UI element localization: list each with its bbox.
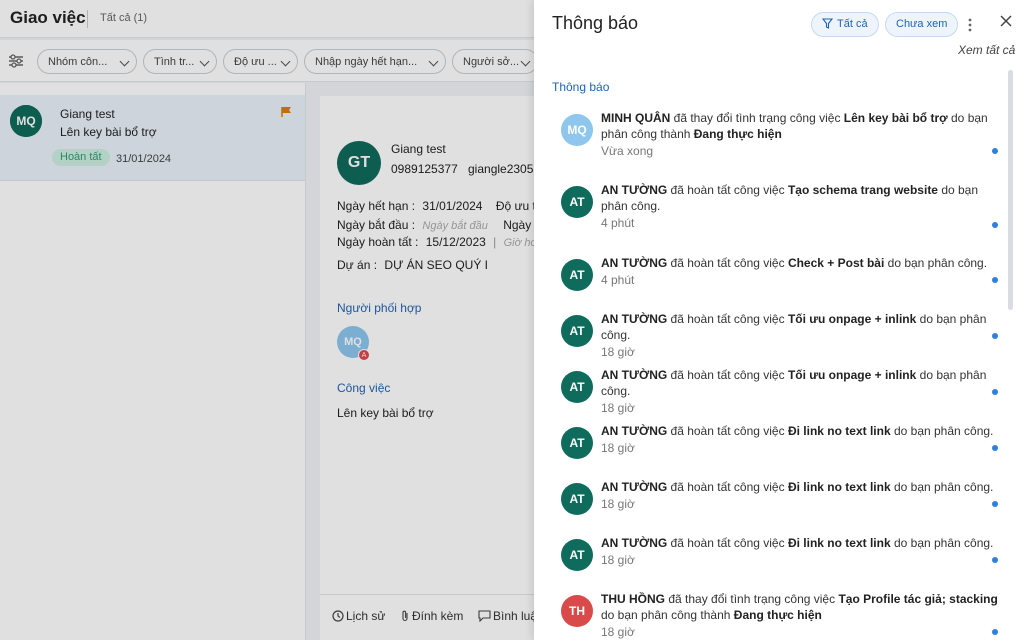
- notification-time: 4 phút: [601, 273, 635, 287]
- notification-actor: AN TƯỜNG: [601, 256, 668, 270]
- notification-suffix: do bạn phân công.: [884, 256, 988, 270]
- unread-dot: [992, 629, 998, 635]
- notification-suffix: do bạn phân công.: [890, 536, 994, 550]
- notification-action: đã hoàn tất công việc: [667, 424, 788, 438]
- notification-task: Đi link no text link: [787, 536, 891, 550]
- filter-unread-label: Chưa xem: [896, 18, 948, 30]
- notification-actor: AN TƯỜNG: [601, 312, 668, 326]
- notification-actor: AN TƯỜNG: [601, 368, 668, 382]
- notification-actor: THU HỒNG: [601, 592, 665, 606]
- notification-actor: AN TƯỜNG: [601, 536, 668, 550]
- notification-action: đã hoàn tất công việc: [667, 368, 788, 382]
- notification-text: AN TƯỜNG đã hoàn tất công việc Tạo schem…: [601, 182, 999, 231]
- notification-time: 18 giờ: [601, 553, 635, 567]
- notification-status: Đang thực hiện: [693, 127, 782, 141]
- notification-action: đã hoàn tất công việc: [667, 480, 788, 494]
- notification-text: AN TƯỜNG đã hoàn tất công việc Tối ưu on…: [601, 367, 999, 416]
- notification-text: THU HỒNG đã thay đổi tình trạng công việ…: [601, 591, 999, 640]
- unread-dot: [992, 389, 998, 395]
- section-label: Thông báo: [552, 80, 610, 94]
- notification-action: đã thay đổi tình trạng công việc: [665, 592, 839, 606]
- unread-dot: [992, 445, 998, 451]
- funnel-icon: [821, 18, 834, 29]
- notification-time: 18 giờ: [601, 441, 635, 455]
- avatar: MQ: [561, 114, 593, 146]
- notification-task: Tạo Profile tác giả; stacking: [838, 592, 998, 606]
- filter-all-label: Tất cả: [837, 18, 868, 30]
- notification-suffix: do bạn phân công.: [890, 424, 994, 438]
- notification-task: Đi link no text link: [787, 480, 891, 494]
- see-all-link[interactable]: Xem tất cả: [958, 43, 1015, 57]
- notification-time: 18 giờ: [601, 345, 635, 359]
- notification-action: đã hoàn tất công việc: [667, 312, 788, 326]
- unread-dot: [992, 333, 998, 339]
- notification-status: Đang thực hiện: [733, 608, 822, 622]
- notification-actor: AN TƯỜNG: [601, 424, 668, 438]
- avatar: AT: [561, 483, 593, 515]
- unread-dot: [992, 222, 998, 228]
- avatar: AT: [561, 186, 593, 218]
- notification-time: 4 phút: [601, 216, 635, 230]
- unread-dot: [992, 557, 998, 563]
- notification-action: đã hoàn tất công việc: [667, 256, 788, 270]
- avatar: AT: [561, 315, 593, 347]
- notification-suffix: do bạn phân công thành: [601, 608, 734, 622]
- notification-text: AN TƯỜNG đã hoàn tất công việc Tối ưu on…: [601, 311, 999, 360]
- avatar: TH: [561, 595, 593, 627]
- avatar: AT: [561, 539, 593, 571]
- notification-task: Tối ưu onpage + inlink: [787, 368, 917, 382]
- more-vertical-icon[interactable]: [964, 17, 976, 33]
- notification-time: Vừa xong: [601, 144, 654, 158]
- notification-actor: AN TƯỜNG: [601, 480, 668, 494]
- notification-actor: AN TƯỜNG: [601, 183, 668, 197]
- unread-dot: [992, 277, 998, 283]
- notification-action: đã hoàn tất công việc: [667, 183, 788, 197]
- notification-time: 18 giờ: [601, 625, 635, 639]
- notification-actor: MINH QUÂN: [601, 111, 671, 125]
- notification-action: đã thay đổi tình trạng công việc: [670, 111, 844, 125]
- notification-time: 18 giờ: [601, 497, 635, 511]
- notification-text: MINH QUÂN đã thay đổi tình trạng công vi…: [601, 110, 999, 159]
- notification-text: AN TƯỜNG đã hoàn tất công việc Đi link n…: [601, 479, 999, 512]
- avatar: AT: [561, 259, 593, 291]
- filter-unread-button[interactable]: Chưa xem: [885, 12, 959, 37]
- notification-task: Lên key bài bổ trợ: [843, 111, 948, 125]
- avatar: AT: [561, 371, 593, 403]
- unread-dot: [992, 501, 998, 507]
- notification-task: Tối ưu onpage + inlink: [787, 312, 917, 326]
- notification-text: AN TƯỜNG đã hoàn tất công việc Check + P…: [601, 255, 999, 288]
- notification-suffix: do bạn phân công.: [890, 480, 994, 494]
- avatar: AT: [561, 427, 593, 459]
- unread-dot: [992, 148, 998, 154]
- scrollbar[interactable]: [1008, 70, 1013, 310]
- notification-task: Đi link no text link: [787, 424, 891, 438]
- modal-backdrop[interactable]: [0, 0, 534, 640]
- panel-title: Thông báo: [552, 13, 639, 33]
- notification-action: đã hoàn tất công việc: [667, 536, 788, 550]
- notification-time: 18 giờ: [601, 401, 635, 415]
- notification-task: Check + Post bài: [787, 256, 885, 270]
- notification-text: AN TƯỜNG đã hoàn tất công việc Đi link n…: [601, 423, 999, 456]
- filter-all-button[interactable]: Tất cả: [811, 12, 879, 37]
- notification-task: Tạo schema trang website: [787, 183, 938, 197]
- notification-panel: Thông báo Tất cả Chưa xem Xem tất cả Thô…: [534, 0, 1023, 640]
- close-icon[interactable]: [1000, 15, 1012, 27]
- notification-text: AN TƯỜNG đã hoàn tất công việc Đi link n…: [601, 535, 999, 568]
